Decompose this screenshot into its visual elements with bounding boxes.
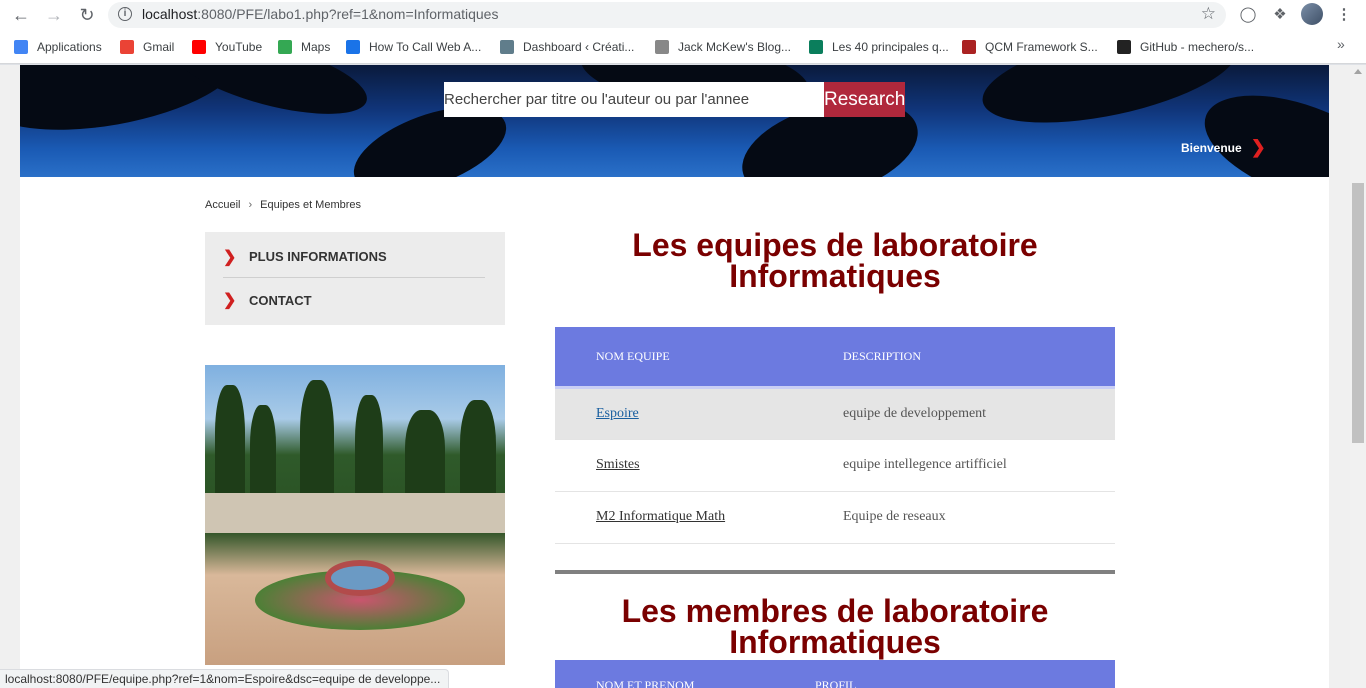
team-link[interactable]: M2 Informatique Math [596,509,725,524]
table-header-row: NOM EQUIPE DESCRIPTION [555,327,1115,389]
bookmark-item[interactable]: Gmail [120,38,174,56]
bookmark-item[interactable]: Maps [278,38,330,56]
bookmark-label: QCM Framework S... [985,40,1098,54]
team-desc-cell: Equipe de reseaux [802,491,1115,544]
welcome-label: Bienvenue [1181,140,1242,155]
bookmark-label: Gmail [143,40,175,54]
scrollbar-thumb[interactable] [1352,183,1364,443]
breadcrumb-home[interactable]: Accueil [205,199,240,211]
url-text[interactable]: localhost:8080/PFE/labo1.php?ref=1&nom=I… [142,6,498,22]
page-content: Research Bienvenue ❯ Accueil › Equipes e… [20,65,1329,688]
bookmark-item[interactable]: YouTube [192,38,262,56]
bookmark-label: YouTube [215,40,263,54]
reload-icon[interactable]: ↻ [76,4,98,26]
page-scrollbar[interactable] [1350,65,1366,688]
apps-grid-icon [14,40,28,54]
maps-icon [278,40,292,54]
col-header-profile: PROFIL [815,678,857,688]
profile-avatar[interactable] [1301,3,1323,25]
bookmark-label: How To Call Web A... [369,40,482,54]
members-title-line1: Les membres de laboratoire [621,593,1049,629]
sidebar-item-contact[interactable]: ❯ CONTACT [223,279,485,321]
welcome-link[interactable]: Bienvenue ❯ [1181,137,1266,158]
bookmark-label: Les 40 principales q... [832,40,949,54]
address-bar[interactable]: i localhost:8080/PFE/labo1.php?ref=1&nom… [108,2,1226,28]
sidebar-menu: ❯ PLUS INFORMATIONS ❯ CONTACT [205,232,505,325]
bookmark-item[interactable]: How To Call Web A... [346,38,481,56]
sidebar-item-label: CONTACT [249,292,312,308]
teams-title: Les equipes de laboratoire Informatiques [555,227,1115,294]
team-link[interactable]: Espoire [596,406,639,421]
breadcrumb-current: Equipes et Membres [260,199,362,211]
members-title: Les membres de laboratoire Informatiques [555,593,1115,660]
teams-title-line1: Les equipes de laboratoire [632,227,1038,263]
youtube-icon [192,40,206,54]
team-desc-cell: equipe de developpement [802,387,1115,440]
info-icon[interactable]: i [118,7,132,21]
forward-arrow-icon[interactable]: → [43,4,65,26]
scroll-up-arrow-icon[interactable] [1354,69,1362,74]
bookmark-item[interactable]: GitHub - mechero/s... [1117,38,1254,56]
browser-toolbar: ← → ↻ i localhost:8080/PFE/labo1.php?ref… [0,0,1366,30]
bookmark-item[interactable]: QCM Framework S... [962,38,1098,56]
breadcrumb-separator-icon: › [248,199,253,211]
github-icon [1117,40,1131,54]
bookmark-item[interactable]: Jack McKew's Blog... [655,38,791,56]
chevron-right-icon: ❯ [1250,137,1266,157]
page-viewport: Research Bienvenue ❯ Accueil › Equipes e… [0,65,1350,688]
bookmark-label: Dashboard ‹ Créati... [523,40,635,54]
chevron-right-icon: ❯ [223,292,237,309]
bookmark-label: Jack McKew's Blog... [678,40,791,54]
breadcrumb: Accueil › Equipes et Membres [205,199,361,211]
campus-photo [205,365,505,665]
team-name-cell: M2 Informatique Math [555,491,802,544]
section-divider [555,570,1115,574]
menu-dots-icon[interactable]: ⋮ [1333,4,1355,26]
header-banner: Research Bienvenue ❯ [20,65,1329,177]
more-bookmarks-icon[interactable]: » [1337,36,1345,52]
back-arrow-icon[interactable]: ← [10,4,32,26]
teams-title-line2: Informatiques [729,258,941,294]
gmail-icon [120,40,134,54]
team-name-cell: Espoire [555,387,802,440]
dashboard-icon [500,40,514,54]
table-row: M2 Informatique Math Equipe de reseaux [555,491,1115,544]
table-row: Smistes equipe intellegence artifficiel [555,439,1115,492]
refresh-blue-icon [346,40,360,54]
col-header-member-name: NOM ET PRENOM [596,678,695,688]
wix-icon [962,40,976,54]
extension-timer-icon[interactable]: ◯ [1237,4,1259,26]
members-table-header: NOM ET PRENOM PROFIL [555,660,1115,688]
bookmark-star-icon[interactable]: ☆ [1201,4,1216,24]
bookmark-item[interactable]: Dashboard ‹ Créati... [500,38,634,56]
sidebar-item-plus-informations[interactable]: ❯ PLUS INFORMATIONS [223,236,485,278]
search-input[interactable] [444,82,824,117]
team-name-cell: Smistes [555,439,802,492]
team-link[interactable]: Smistes [596,457,640,472]
bookmark-item[interactable]: Les 40 principales q... [809,38,949,56]
bookmark-item[interactable]: Applications [14,38,102,56]
members-title-line2: Informatiques [729,624,941,660]
research-button[interactable]: Research [824,82,905,117]
green-square-icon [809,40,823,54]
bookmark-label: Maps [301,40,331,54]
table-row: Espoire equipe de developpement [555,387,1115,440]
chevron-right-icon: ❯ [223,248,237,266]
bookmark-label: Applications [37,40,102,54]
extensions-puzzle-icon[interactable]: ❖ [1269,4,1291,26]
col-header-name: NOM EQUIPE [555,327,802,389]
col-header-description: DESCRIPTION [802,327,1115,389]
bookmarks-bar: Applications Gmail YouTube Maps How To Call … [0,30,1366,64]
bookmark-label: GitHub - mechero/s... [1140,40,1255,54]
sidebar-item-label: PLUS INFORMATIONS [249,249,387,264]
blog-icon [655,40,669,54]
status-bar-url: localhost:8080/PFE/equipe.php?ref=1&nom=… [0,669,450,688]
teams-table: NOM EQUIPE DESCRIPTION Espoire equipe de… [555,327,1115,544]
team-desc-cell: equipe intellegence artifficiel [802,439,1115,492]
